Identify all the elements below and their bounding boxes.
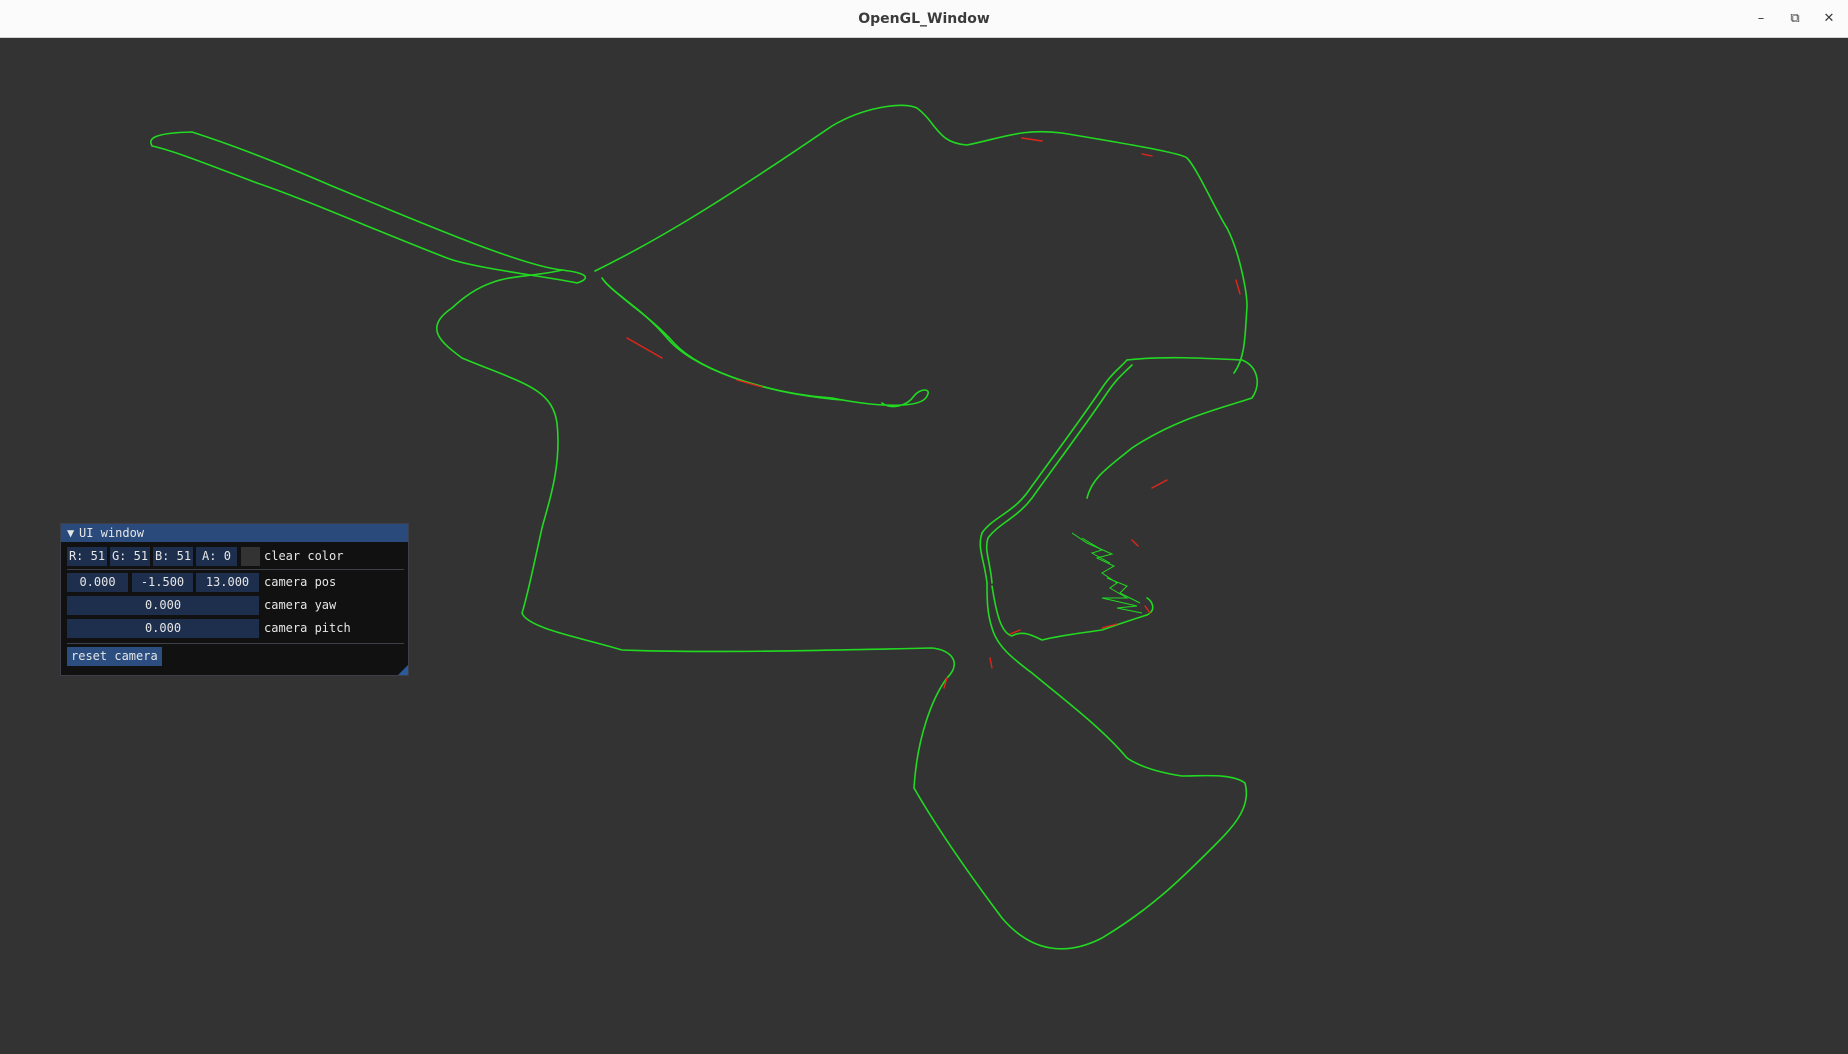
camera-yaw-slider[interactable]: 0.000 — [67, 596, 259, 615]
minimize-icon[interactable]: – — [1749, 7, 1773, 31]
trajectory-path — [985, 364, 1133, 584]
camera-pitch-label: camera pitch — [264, 621, 351, 635]
trajectory-path — [150, 131, 587, 284]
ui-window-title: UI window — [79, 526, 145, 540]
error-segment — [1151, 479, 1168, 489]
ui-window-header[interactable]: ▼ UI window — [61, 524, 408, 542]
resize-grip[interactable] — [398, 665, 408, 675]
noise-cluster — [1071, 532, 1143, 614]
error-segment — [989, 657, 993, 669]
clear-color-r-field[interactable]: R: 51 — [67, 547, 107, 566]
clear-color-a-field[interactable]: A: 0 — [196, 547, 237, 566]
trajectory-path — [1086, 356, 1258, 499]
title-bar[interactable]: OpenGL_Window – ⧉ ✕ — [0, 0, 1848, 38]
trajectory-path — [604, 281, 843, 401]
camera-pos-z-field[interactable]: 13.000 — [196, 573, 259, 592]
separator — [67, 569, 404, 570]
camera-pos-row: 0.000 -1.500 13.000 camera pos — [67, 573, 407, 592]
close-icon[interactable]: ✕ — [1817, 7, 1841, 31]
ui-window[interactable]: ▼ UI window R: 51 G: 51 B: 51 A: 0 clear … — [60, 523, 409, 676]
clear-color-row: R: 51 G: 51 B: 51 A: 0 clear color — [67, 547, 407, 566]
trajectory-path — [979, 359, 1128, 584]
clear-color-label: clear color — [264, 549, 344, 563]
noise-cluster — [1081, 537, 1141, 604]
triangle-down-icon[interactable]: ▼ — [67, 524, 79, 542]
camera-yaw-row: 0.000 camera yaw — [67, 596, 407, 615]
separator — [67, 643, 404, 644]
error-segment — [1144, 605, 1151, 614]
error-segment — [1235, 279, 1241, 295]
reset-camera-button[interactable]: reset camera — [67, 647, 162, 666]
restore-icon[interactable]: ⧉ — [1783, 7, 1807, 31]
camera-yaw-label: camera yaw — [264, 598, 337, 612]
trajectory-path — [594, 104, 1248, 374]
window-title: OpenGL_Window — [858, 11, 990, 27]
error-segment — [1131, 539, 1139, 547]
camera-pitch-row: 0.000 camera pitch — [67, 619, 407, 638]
camera-pos-x-field[interactable]: 0.000 — [67, 573, 128, 592]
error-segment — [1141, 153, 1153, 157]
camera-pos-label: camera pos — [264, 575, 337, 589]
error-segment — [736, 379, 763, 388]
camera-pitch-slider[interactable]: 0.000 — [67, 619, 259, 638]
clear-color-swatch[interactable] — [241, 547, 260, 566]
clear-color-b-field[interactable]: B: 51 — [153, 547, 193, 566]
error-segment — [1021, 137, 1043, 142]
clear-color-g-field[interactable]: G: 51 — [110, 547, 150, 566]
error-segment — [626, 337, 663, 359]
gl-viewport[interactable]: ▼ UI window R: 51 G: 51 B: 51 A: 0 clear … — [2, 38, 1848, 1054]
camera-pos-y-field[interactable]: -1.500 — [132, 573, 193, 592]
